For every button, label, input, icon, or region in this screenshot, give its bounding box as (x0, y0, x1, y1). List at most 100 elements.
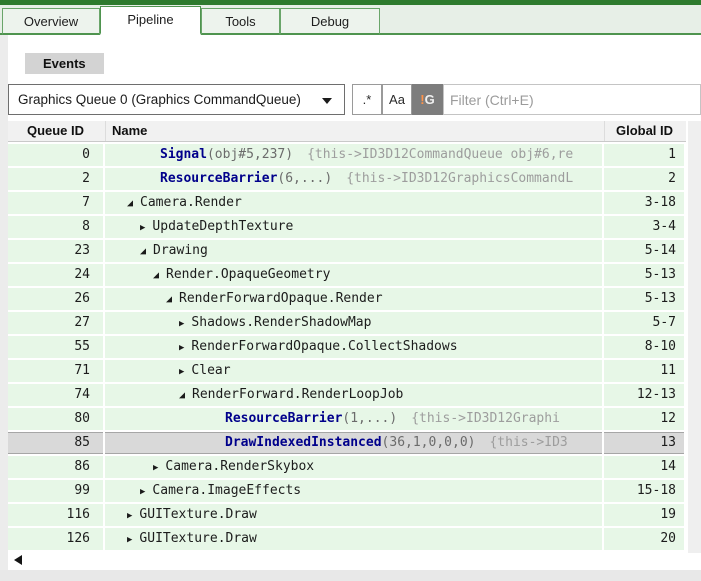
column-header-queue-id[interactable]: Queue ID (8, 121, 103, 141)
event-row[interactable]: 86▶Camera.RenderSkybox14 (8, 456, 686, 478)
queue-id-cell: 2 (8, 168, 103, 190)
event-name-cell: ◢ Drawing (105, 240, 602, 262)
global-id-cell: 13 (604, 432, 684, 454)
column-header-name[interactable]: Name (105, 121, 602, 141)
queue-id-cell: 74 (8, 384, 103, 406)
event-name-cell: ◢ RenderForwardOpaque.Render (105, 288, 602, 310)
event-row[interactable]: 7◢Camera.Render3-18 (8, 192, 686, 214)
tab-events[interactable]: Events (25, 53, 104, 74)
marker-label: RenderForward.RenderLoopJob (192, 387, 403, 402)
queue-id-cell: 126 (8, 528, 103, 550)
api-call-name: DrawIndexedInstanced (225, 435, 382, 450)
event-row[interactable]: 80ResourceBarrier(1,...){this->ID3D12Gra… (8, 408, 686, 430)
expand-icon[interactable]: ▶ (140, 217, 145, 238)
column-header-global-id[interactable]: Global ID (604, 121, 684, 141)
event-row[interactable]: 85DrawIndexedInstanced(36,1,0,0,0){this-… (8, 432, 686, 454)
table-header: Queue ID Name Global ID (8, 121, 686, 142)
regex-filter-button[interactable]: .* (352, 84, 382, 115)
marker-label: Drawing (153, 243, 208, 258)
api-call-state: {this->ID3D12CommandQueue obj#6,re (307, 147, 573, 162)
event-row[interactable]: 0Signal(obj#5,237){this->ID3D12CommandQu… (8, 144, 686, 166)
collapse-icon[interactable]: ◢ (127, 193, 133, 214)
api-call-name: Signal (160, 147, 207, 162)
api-call-name: ResourceBarrier (160, 171, 277, 186)
event-name-cell: ResourceBarrier(1,...){this->ID3D12Graph… (105, 408, 602, 430)
marker-label: Render.OpaqueGeometry (166, 267, 330, 282)
expand-icon[interactable]: ▶ (140, 481, 145, 502)
event-row[interactable]: 55▶RenderForwardOpaque.CollectShadows8-1… (8, 336, 686, 358)
marker-label: RenderForwardOpaque.CollectShadows (191, 339, 457, 354)
queue-id-cell: 99 (8, 480, 103, 502)
api-call-state: {this->ID3D12Graphi (411, 411, 560, 426)
event-name-cell: ▶ RenderForwardOpaque.CollectShadows (105, 336, 602, 358)
glob-filter-button[interactable]: !G (412, 84, 443, 115)
collapse-icon[interactable]: ◢ (153, 265, 159, 286)
event-name-cell: ▶Camera.ImageEffects (105, 480, 602, 502)
tab-pipeline[interactable]: Pipeline (100, 6, 201, 35)
marker-label: Shadows.RenderShadowMap (191, 315, 371, 330)
marker-label: GUITexture.Draw (139, 531, 256, 546)
vertical-scrollbar[interactable] (688, 121, 701, 553)
glob-g-label: G (425, 92, 435, 107)
event-name-cell: Signal(obj#5,237){this->ID3D12CommandQue… (105, 144, 602, 166)
horizontal-scrollbar[interactable] (8, 551, 686, 570)
event-browser-table: Queue ID Name Global ID 0Signal(obj#5,23… (8, 121, 686, 552)
event-row[interactable]: 23◢Drawing5-14 (8, 240, 686, 262)
event-name-cell: ▶ GUITexture.Draw (105, 504, 602, 526)
event-row[interactable]: 74 ◢ RenderForward.RenderLoopJob 12-13 (8, 384, 686, 406)
expand-icon[interactable]: ▶ (127, 505, 132, 526)
tab-tools[interactable]: Tools (201, 8, 280, 35)
global-id-cell: 14 (604, 456, 684, 478)
marker-label: RenderForwardOpaque.Render (179, 291, 383, 306)
global-id-cell: 12-13 (604, 384, 684, 406)
expand-icon[interactable]: ▶ (179, 361, 184, 382)
event-name-cell: DrawIndexedInstanced(36,1,0,0,0){this->I… (105, 432, 602, 454)
marker-label: UpdateDepthTexture (152, 219, 293, 234)
scroll-left-icon[interactable] (14, 555, 22, 565)
event-row[interactable]: 116▶GUITexture.Draw19 (8, 504, 686, 526)
global-id-cell: 1 (604, 144, 684, 166)
api-call-args: (36,1,0,0,0) (382, 435, 476, 450)
expand-icon[interactable]: ▶ (179, 337, 184, 358)
collapse-icon[interactable]: ◢ (179, 385, 185, 406)
global-id-cell: 3-4 (604, 216, 684, 238)
event-row[interactable]: 26◢RenderForwardOpaque.Render5-13 (8, 288, 686, 310)
queue-id-cell: 27 (8, 312, 103, 334)
event-row[interactable]: 27▶Shadows.RenderShadowMap5-7 (8, 312, 686, 334)
tab-overview[interactable]: Overview (2, 8, 100, 35)
event-rows: 0Signal(obj#5,237){this->ID3D12CommandQu… (8, 142, 686, 550)
event-row[interactable]: 2ResourceBarrier(6,...){this->ID3D12Grap… (8, 168, 686, 190)
event-name-cell: ▶ Clear (105, 360, 602, 382)
global-id-cell: 19 (604, 504, 684, 526)
event-row[interactable]: 99▶Camera.ImageEffects15-18 (8, 480, 686, 502)
api-call-args: (1,...) (342, 411, 397, 426)
event-name-cell: ◢ Render.OpaqueGeometry (105, 264, 602, 286)
event-row[interactable]: 126 ▶ GUITexture.Draw 20 (8, 528, 686, 550)
event-row[interactable]: 71▶Clear11 (8, 360, 686, 382)
event-row[interactable]: 8▶UpdateDepthTexture3-4 (8, 216, 686, 238)
window-bottom-strip (0, 570, 701, 581)
event-name-cell: ◢Camera.Render (105, 192, 602, 214)
collapse-icon[interactable]: ◢ (140, 241, 146, 262)
expand-icon[interactable]: ▶ (127, 529, 132, 550)
marker-label: Camera.RenderSkybox (165, 459, 314, 474)
queue-id-cell: 24 (8, 264, 103, 286)
global-id-cell: 3-18 (604, 192, 684, 214)
event-name-cell: ResourceBarrier(6,...){this->ID3D12Graph… (105, 168, 602, 190)
global-id-cell: 8-10 (604, 336, 684, 358)
expand-icon[interactable]: ▶ (179, 313, 184, 334)
marker-label: Clear (191, 363, 230, 378)
event-name-cell: ◢ RenderForward.RenderLoopJob (105, 384, 602, 406)
collapse-icon[interactable]: ◢ (166, 289, 172, 310)
api-call-state: {this->ID3D12GraphicsCommandL (346, 171, 573, 186)
global-id-cell: 5-13 (604, 264, 684, 286)
queue-select[interactable]: Graphics Queue 0 (Graphics CommandQueue) (8, 84, 345, 115)
global-id-cell: 20 (604, 528, 684, 550)
event-name-cell: ▶ UpdateDepthTexture (105, 216, 602, 238)
event-row[interactable]: 24 ◢ Render.OpaqueGeometry 5-13 (8, 264, 686, 286)
marker-label: GUITexture.Draw (139, 507, 256, 522)
case-sensitive-button[interactable]: Aa (382, 84, 412, 115)
expand-icon[interactable]: ▶ (153, 457, 158, 478)
filter-input[interactable] (443, 84, 701, 115)
tab-debug[interactable]: Debug (280, 8, 380, 35)
